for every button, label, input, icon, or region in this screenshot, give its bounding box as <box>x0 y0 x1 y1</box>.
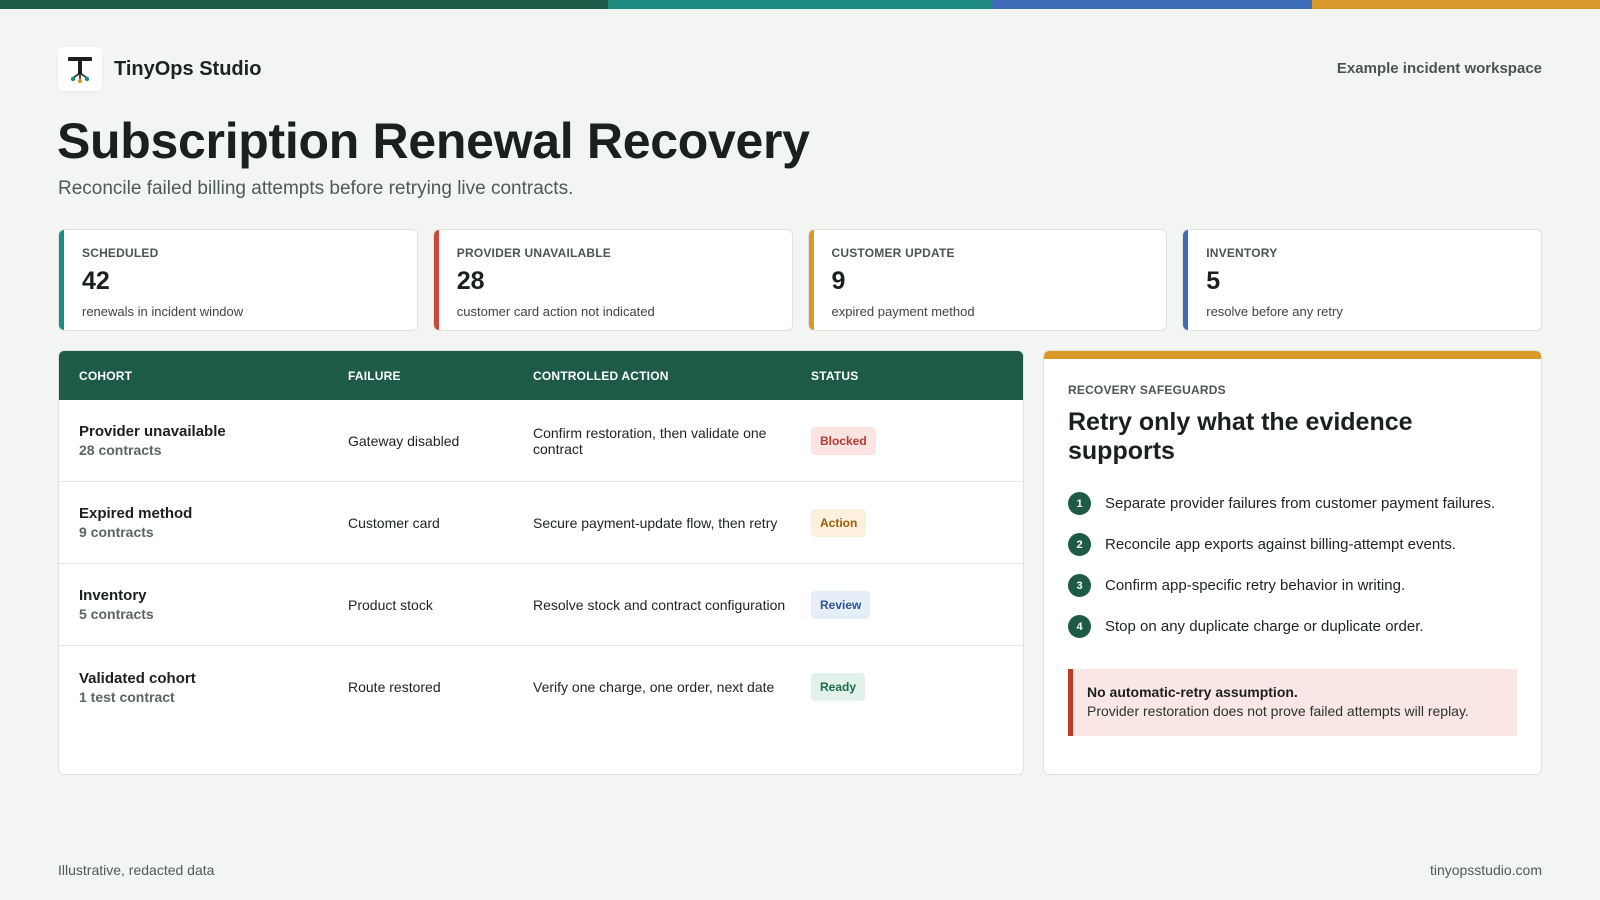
cohort-cell: Validated cohort 1 test contract <box>59 670 348 705</box>
column-header-status: STATUS <box>811 368 859 383</box>
color-bar-segment-blue <box>992 0 1312 9</box>
footer-disclaimer: Illustrative, redacted data <box>58 862 215 878</box>
kpi-accent-bar <box>433 230 439 330</box>
failure-cell: Product stock <box>348 596 433 613</box>
cohort-cell: Provider unavailable 28 contracts <box>59 423 348 458</box>
kpi-value: 9 <box>831 267 846 295</box>
kpi-card-customer-update: CUSTOMER UPDATE 9 expired payment method <box>807 229 1168 331</box>
kpi-label: CUSTOMER UPDATE <box>831 246 955 260</box>
kpi-label: INVENTORY <box>1206 246 1278 260</box>
kpi-value: 42 <box>82 267 110 295</box>
page-title: Subscription Renewal Recovery <box>57 113 810 169</box>
safeguard-steps: 1 Separate provider failures from custom… <box>1068 483 1517 647</box>
step-text: Stop on any duplicate charge or duplicat… <box>1105 618 1424 635</box>
kpi-value: 28 <box>456 267 485 295</box>
column-header-failure: FAILURE <box>348 368 401 383</box>
failure-cell: Customer card <box>348 514 440 531</box>
column-header-cohort: COHORT <box>79 368 133 383</box>
cohort-count: 5 contracts <box>79 606 154 622</box>
step-number: 4 <box>1068 615 1091 638</box>
cohort-cell: Inventory 5 contracts <box>59 587 348 622</box>
cohort-count: 1 test contract <box>79 688 175 705</box>
table-row[interactable]: Inventory 5 contracts Product stock Reso… <box>59 564 1023 646</box>
kpi-description: expired payment method <box>831 304 975 319</box>
brand-name: TinyOps Studio <box>114 57 262 80</box>
cohort-name: Validated cohort <box>79 669 196 687</box>
action-cell: Verify one charge, one order, next date <box>533 679 775 695</box>
kpi-cards: SCHEDULED 42 renewals in incident window… <box>58 229 1542 331</box>
tinyops-logo-icon <box>58 47 102 91</box>
color-bar-segment-amber <box>1312 0 1600 9</box>
panel-accent-bar <box>1044 351 1541 359</box>
step-number: 3 <box>1068 574 1091 597</box>
kpi-label: SCHEDULED <box>82 246 159 260</box>
status-badge: Ready <box>811 673 866 701</box>
table-row[interactable]: Validated cohort 1 test contract Route r… <box>59 646 1023 728</box>
kpi-card-inventory: INVENTORY 5 resolve before any retry <box>1182 229 1542 331</box>
status-badge: Blocked <box>811 426 876 455</box>
list-item: 1 Separate provider failures from custom… <box>1068 483 1517 524</box>
step-text: Reconcile app exports against billing-at… <box>1105 536 1457 553</box>
cohort-name: Provider unavailable <box>79 423 226 440</box>
status-cell: Ready <box>811 673 1023 701</box>
status-badge: Review <box>811 590 871 619</box>
action-cell: Resolve stock and contract configuration <box>533 596 786 613</box>
action-cell: Secure payment-update flow, then retry <box>533 514 778 531</box>
step-number: 1 <box>1068 492 1091 515</box>
action-cell: Confirm restoration, then validate one c… <box>533 424 767 457</box>
list-item: 2 Reconcile app exports against billing-… <box>1068 524 1517 565</box>
kpi-description: customer card action not indicated <box>456 304 655 319</box>
step-text: Separate provider failures from customer… <box>1105 495 1496 512</box>
status-cell: Action <box>811 508 1023 537</box>
kpi-value: 5 <box>1206 267 1221 295</box>
warning-callout: No automatic-retry assumption. Provider … <box>1068 669 1517 736</box>
list-item: 4 Stop on any duplicate charge or duplic… <box>1068 606 1517 647</box>
table-row[interactable]: Expired method 9 contracts Customer card… <box>59 482 1023 564</box>
cohort-name: Inventory <box>79 587 147 604</box>
color-bar-segment-teal <box>608 0 992 9</box>
column-header-controlled-action: CONTROLLED ACTION <box>533 368 669 383</box>
callout-body: Provider restoration does not prove fail… <box>1087 703 1469 719</box>
cohort-count: 28 contracts <box>79 442 162 458</box>
table-row[interactable]: Provider unavailable 28 contracts Gatewa… <box>59 400 1023 482</box>
kpi-accent-bar <box>1183 230 1189 330</box>
kpi-description: renewals in incident window <box>82 304 244 319</box>
color-bar-segment-green <box>0 0 608 9</box>
kpi-card-provider-unavailable: PROVIDER UNAVAILABLE 28 customer card ac… <box>432 229 793 331</box>
step-text: Confirm app-specific retry behavior in w… <box>1105 577 1406 594</box>
failure-cell: Gateway disabled <box>348 432 460 449</box>
status-cell: Blocked <box>811 426 1023 455</box>
cohort-name: Expired method <box>79 505 193 522</box>
recovery-safeguards-panel: RECOVERY SAFEGUARDS Retry only what the … <box>1043 350 1542 775</box>
failure-cell: Route restored <box>348 679 441 695</box>
page-subtitle: Reconcile failed billing attempts before… <box>58 178 574 199</box>
callout-title: No automatic-retry assumption. <box>1087 684 1298 700</box>
cohort-table: COHORT FAILURE CONTROLLED ACTION STATUS … <box>58 350 1024 775</box>
brand-color-bar <box>0 0 1600 9</box>
kpi-accent-bar <box>59 230 64 330</box>
table-header: COHORT FAILURE CONTROLLED ACTION STATUS <box>59 351 1023 400</box>
step-number: 2 <box>1068 533 1091 556</box>
status-badge: Action <box>811 508 867 537</box>
status-cell: Review <box>811 590 1023 619</box>
workspace-label: Example incident workspace <box>1336 60 1542 77</box>
cohort-count: 9 contracts <box>79 524 154 540</box>
brand[interactable]: TinyOps Studio <box>58 47 261 91</box>
cohort-cell: Expired method 9 contracts <box>59 505 348 540</box>
list-item: 3 Confirm app-specific retry behavior in… <box>1068 565 1517 606</box>
footer-website-link[interactable]: tinyopsstudio.com <box>1430 862 1542 878</box>
panel-title: Retry only what the evidence supports <box>1068 408 1413 465</box>
kpi-label: PROVIDER UNAVAILABLE <box>456 246 611 260</box>
kpi-description: resolve before any retry <box>1206 304 1343 319</box>
panel-eyebrow: RECOVERY SAFEGUARDS <box>1068 383 1226 397</box>
kpi-card-scheduled: SCHEDULED 42 renewals in incident window <box>58 229 418 331</box>
kpi-accent-bar <box>808 230 814 330</box>
